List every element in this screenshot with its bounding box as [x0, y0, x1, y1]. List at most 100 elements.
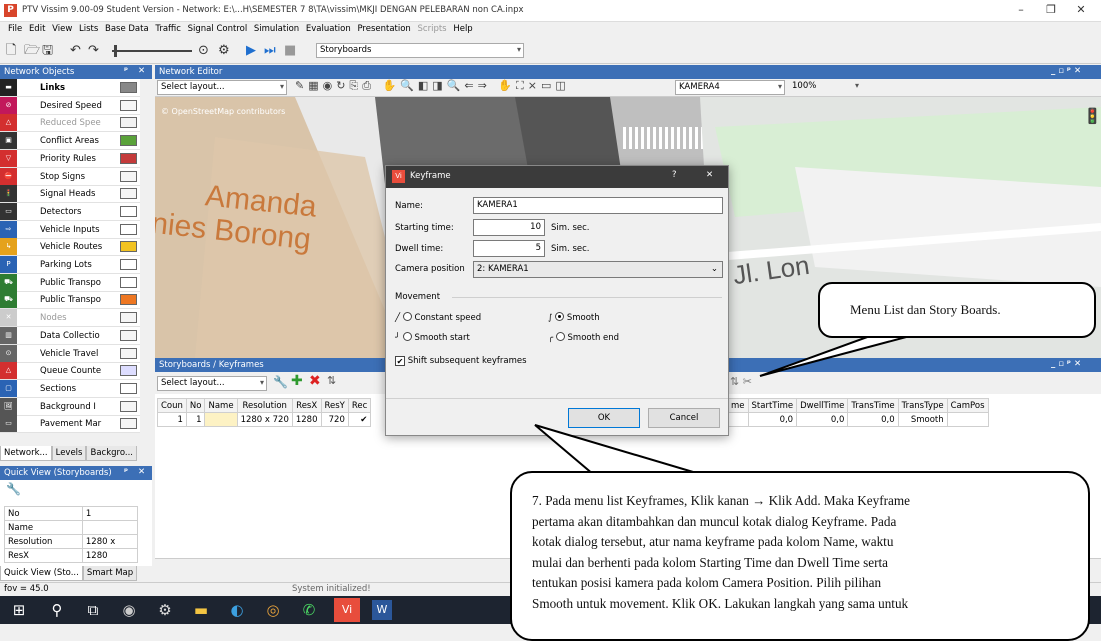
file-explorer-icon[interactable]: ▬	[190, 601, 212, 619]
browser-icon[interactable]: ◉	[118, 601, 140, 619]
camera-select[interactable]: KAMERA4 ▾	[675, 80, 785, 95]
network-object-background-i[interactable]: 🖼 Background I	[0, 397, 152, 416]
network-object-priority-rules[interactable]: ▽ Priority Rules	[0, 149, 152, 168]
column-header[interactable]: ResX	[291, 398, 322, 413]
tab-network[interactable]: Network...	[0, 446, 52, 461]
network-object-color-swatch[interactable]	[120, 82, 137, 93]
close-button[interactable]: ✕	[1066, 3, 1096, 19]
storyboards-combo[interactable]: Storyboards ▾	[316, 43, 524, 58]
network-object-parking-lots[interactable]: P Parking Lots	[0, 256, 152, 274]
pin-icon[interactable]: ᵖ	[124, 467, 128, 477]
dialog-close-button[interactable]: ✕	[706, 170, 713, 180]
wrench-icon[interactable]: 🔧	[273, 375, 288, 389]
new-file-icon[interactable]: 🗋	[6, 43, 16, 58]
help-button[interactable]: ?	[672, 170, 677, 180]
menu-file[interactable]: File	[6, 22, 24, 34]
pin-icon[interactable]: ᵖ	[124, 66, 128, 76]
network-object-color-swatch[interactable]	[120, 205, 137, 217]
column-header[interactable]: TransTime	[847, 398, 899, 413]
network-object-color-swatch[interactable]	[120, 382, 137, 394]
menu-base-data[interactable]: Base Data	[103, 22, 151, 34]
network-object-color-swatch[interactable]	[120, 117, 137, 129]
network-object-stop-signs[interactable]: ⛔ Stop Signs	[0, 167, 152, 186]
stop-icon[interactable]: ■	[284, 43, 296, 58]
column-header[interactable]: Name	[204, 398, 238, 413]
network-object-color-swatch[interactable]	[120, 241, 137, 253]
network-object-color-swatch[interactable]	[120, 152, 137, 164]
network-object-color-swatch[interactable]	[120, 365, 137, 377]
table-row[interactable]: Name	[4, 520, 139, 535]
menu-presentation[interactable]: Presentation	[355, 22, 412, 34]
column-header[interactable]: me	[727, 398, 749, 413]
menu-lists[interactable]: Lists	[77, 22, 100, 34]
camera-position-select[interactable]: 2: KAMERA1 ⌄	[473, 261, 723, 278]
menu-scripts[interactable]: Scripts	[416, 22, 449, 34]
network-object-color-swatch[interactable]	[120, 347, 137, 359]
close-icon[interactable]: ✕	[138, 467, 145, 477]
search-icon[interactable]: ⚲	[46, 601, 68, 619]
table-row[interactable]: Resolution 1280 x	[4, 534, 139, 549]
edge-icon[interactable]: ◐	[226, 601, 248, 619]
column-header[interactable]: DwellTime	[796, 398, 849, 413]
whatsapp-icon[interactable]: ✆	[298, 601, 320, 619]
network-object-vehicle-travel[interactable]: ⊙ Vehicle Travel	[0, 344, 152, 363]
column-header[interactable]: Rec	[347, 398, 372, 413]
zoom-select[interactable]: 100% ▾	[789, 80, 861, 95]
settings-icon[interactable]: ⚙	[154, 601, 176, 619]
network-object-color-swatch[interactable]	[120, 312, 137, 324]
network-object-vehicle-routes[interactable]: ↳ Vehicle Routes	[0, 238, 152, 257]
table-row[interactable]: 0,0 0,0 0,0 Smooth	[727, 412, 989, 427]
menu-simulation[interactable]: Simulation	[252, 22, 301, 34]
add-icon[interactable]: ✚	[291, 373, 303, 389]
menu-help[interactable]: Help	[451, 22, 474, 34]
radio-constant-speed[interactable]: ╱ Constant speed	[395, 312, 481, 323]
play-icon[interactable]: ▶	[246, 43, 256, 58]
simulation-speed-icon[interactable]: ⊙	[198, 43, 209, 58]
layout-select[interactable]: Select layout... ▾	[157, 376, 267, 391]
save-icon[interactable]: 🖫	[42, 43, 53, 58]
vissim-icon[interactable]: Vi	[334, 598, 360, 622]
menu-traffic[interactable]: Traffic	[153, 22, 183, 34]
name-input[interactable]: KAMERA1	[473, 197, 723, 214]
table-row[interactable]: 1 1 1280 x 720 1280 720 ✔	[157, 412, 372, 427]
network-object-color-swatch[interactable]	[120, 418, 137, 430]
cancel-button[interactable]: Cancel	[648, 408, 720, 428]
tab-backgrounds[interactable]: Backgro...	[86, 446, 137, 461]
wrench-icon[interactable]: 🔧	[6, 482, 21, 496]
table-row[interactable]: No 1	[4, 506, 139, 521]
tab-quick-view[interactable]: Quick View (Sto...	[0, 566, 83, 581]
window-buttons[interactable]: _ ▫ ᵖ ✕	[1051, 359, 1081, 369]
table-row[interactable]: ResX 1280	[4, 548, 139, 563]
network-object-detectors[interactable]: ▭ Detectors	[0, 202, 152, 221]
network-object-data-collectio[interactable]: ▥ Data Collectio	[0, 326, 152, 345]
tab-levels[interactable]: Levels	[51, 446, 87, 461]
sort-keyframes-icon[interactable]: ⇅ ✂	[730, 375, 752, 388]
network-object-pavement-mar[interactable]: ▭ Pavement Mar	[0, 415, 152, 434]
network-object-color-swatch[interactable]	[120, 170, 137, 182]
radio-smooth-end[interactable]: ╭ Smooth end	[548, 332, 619, 343]
column-header[interactable]: CamPos	[946, 398, 989, 413]
column-header[interactable]: TransType	[897, 398, 948, 413]
network-object-vehicle-inputs[interactable]: ⇨ Vehicle Inputs	[0, 220, 152, 239]
network-object-color-swatch[interactable]	[120, 135, 137, 147]
tab-smart-map[interactable]: Smart Map	[82, 566, 138, 581]
network-object-conflict-areas[interactable]: ▣ Conflict Areas	[0, 132, 152, 151]
column-header[interactable]: Coun	[157, 398, 187, 413]
network-object-public-transpo[interactable]: ⛟ Public Transpo	[0, 273, 152, 292]
speed-slider[interactable]	[112, 50, 192, 52]
close-icon[interactable]: ✕	[138, 66, 145, 76]
shift-keyframes-checkbox[interactable]: ✔ Shift subsequent keyframes	[395, 356, 527, 366]
network-objects-scrollbar[interactable]	[140, 79, 152, 433]
network-object-color-swatch[interactable]	[120, 259, 137, 270]
network-object-desired-speed[interactable]: ⊘ Desired Speed	[0, 96, 152, 115]
column-header[interactable]: ResY	[320, 398, 349, 413]
minimize-button[interactable]: –	[1006, 3, 1036, 19]
starting-time-input[interactable]: 10	[473, 219, 545, 236]
network-object-public-transpo[interactable]: ⛟ Public Transpo	[0, 291, 152, 310]
delete-icon[interactable]: ✖	[309, 373, 321, 389]
network-object-nodes[interactable]: ✕ Nodes	[0, 309, 152, 328]
chrome-icon[interactable]: ◎	[262, 601, 284, 619]
network-object-color-swatch[interactable]	[120, 223, 137, 235]
window-buttons[interactable]: _ ▫ ᵖ ✕	[1051, 66, 1081, 76]
menu-evaluation[interactable]: Evaluation	[304, 22, 353, 34]
